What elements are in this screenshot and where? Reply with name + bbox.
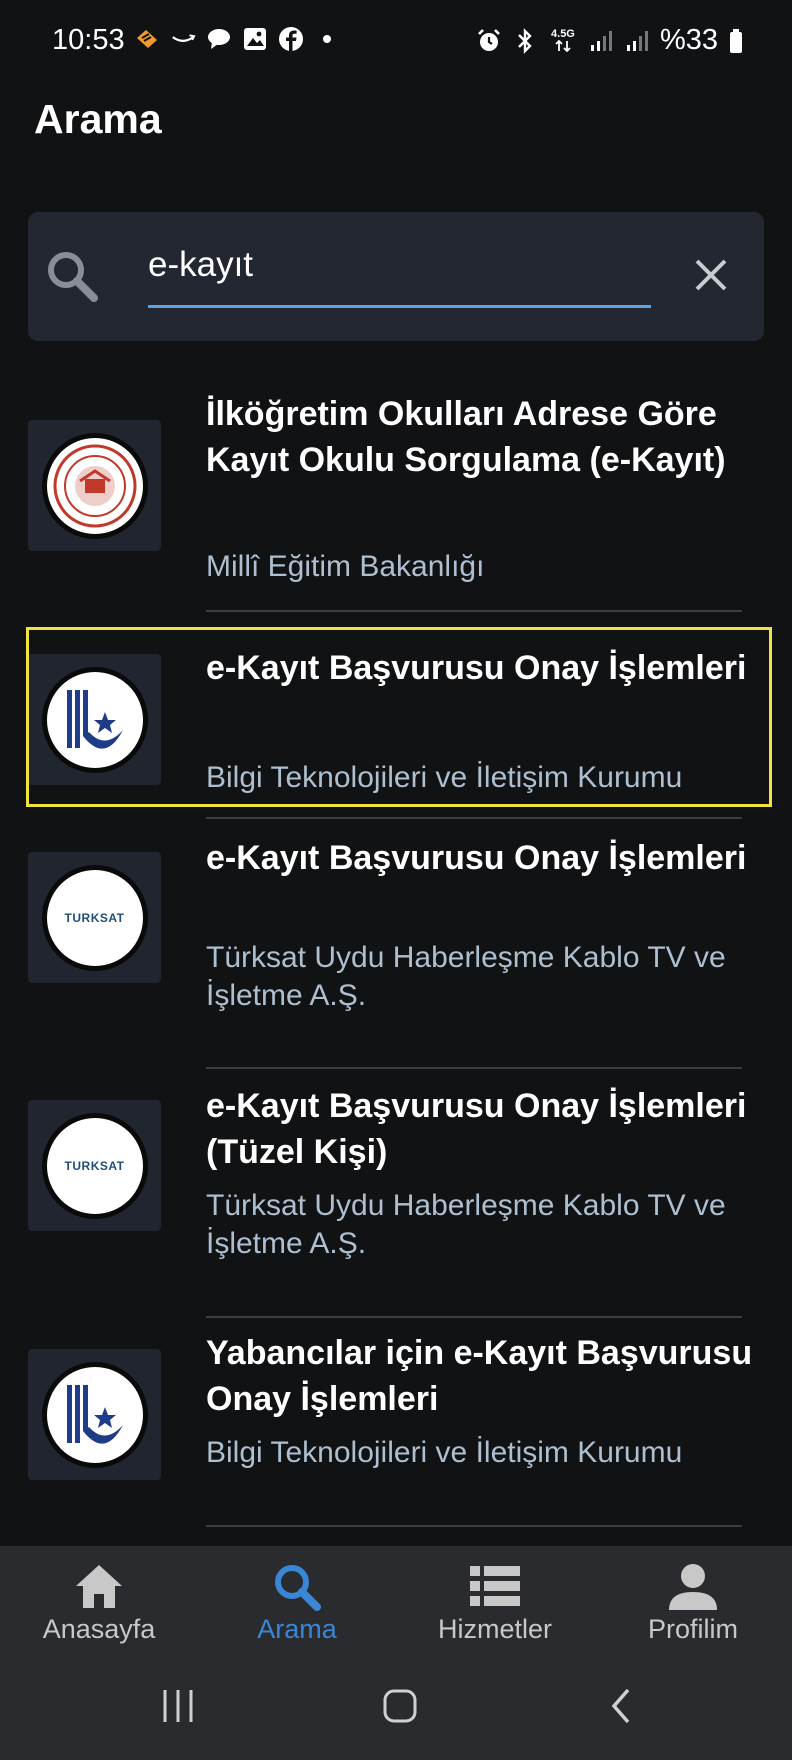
result-title: e-Kayıt Başvurusu Onay İşlemleri (Tüzel …	[206, 1087, 747, 1171]
user-icon	[594, 1562, 792, 1614]
chat-icon	[206, 26, 232, 52]
meb-logo-icon	[41, 432, 148, 539]
result-divider	[206, 817, 742, 819]
result-divider	[206, 1525, 742, 1527]
search-icon	[198, 1562, 396, 1614]
result-logo: TURKSAT	[28, 1100, 161, 1231]
turksat-logo-icon: TURKSAT	[41, 864, 148, 971]
system-navigation-bar	[0, 1664, 792, 1760]
search-input[interactable]	[120, 242, 650, 288]
selected-result-highlight	[26, 627, 772, 807]
nav-home-label: Anasayfa	[42, 1614, 156, 1644]
list-icon	[396, 1562, 594, 1614]
notification-icons	[134, 26, 340, 52]
system-status-icons: 4.5G %33	[476, 24, 744, 57]
nav-profile[interactable]: Profilim	[594, 1546, 792, 1664]
facebook-icon	[278, 26, 304, 52]
bluetooth-icon	[512, 27, 538, 54]
network-type-label: 4.5G	[551, 28, 575, 40]
result-logo	[28, 420, 161, 551]
more-notifications-dot-icon	[314, 26, 340, 52]
home-button-icon[interactable]	[380, 1686, 420, 1731]
battery-icon	[728, 28, 744, 54]
signal-2-icon	[624, 28, 650, 54]
result-agency: Türksat Uydu Haberleşme Kablo TV ve İşle…	[206, 1189, 726, 1260]
result-divider	[206, 1067, 742, 1069]
search-bar[interactable]	[28, 212, 764, 341]
result-item[interactable]: TURKSAT e-Kayıt Başvurusu Onay İşlemleri…	[0, 835, 792, 1075]
status-bar: 10:53 4.5G %33	[0, 0, 792, 86]
recent-apps-icon[interactable]	[160, 1686, 196, 1731]
nav-search-label: Arama	[257, 1614, 337, 1644]
clear-search-icon[interactable]	[694, 258, 728, 297]
search-input-underline	[148, 305, 651, 308]
result-title: e-Kayıt Başvurusu Onay İşlemleri	[206, 839, 747, 877]
result-logo	[28, 1349, 161, 1480]
turksat-logo-text: TURKSAT	[64, 910, 125, 925]
nav-search[interactable]: Arama	[198, 1546, 396, 1664]
result-title: Yabancılar için e-Kayıt Başvurusu Onay İ…	[206, 1334, 753, 1418]
network-type-icon: 4.5G	[548, 28, 578, 54]
amazon-icon	[170, 26, 196, 52]
result-divider	[206, 610, 742, 612]
result-logo: TURKSAT	[28, 852, 161, 983]
battery-percent: %33	[659, 24, 718, 56]
nav-home[interactable]: Anasayfa	[0, 1546, 198, 1664]
nav-profile-label: Profilim	[647, 1614, 738, 1644]
result-agency: Bilgi Teknolojileri ve İletişim Kurumu	[206, 1436, 683, 1469]
result-title: İlköğretim Okulları Adrese Göre Kayıt Ok…	[206, 395, 726, 479]
nav-services-label: Hizmetler	[437, 1614, 552, 1644]
page-title: Arama	[34, 96, 162, 142]
alarm-icon	[476, 28, 502, 54]
turksat-logo-text: TURKSAT	[64, 1158, 125, 1173]
back-icon[interactable]	[606, 1686, 636, 1731]
home-icon	[0, 1562, 198, 1614]
result-item[interactable]: İlköğretim Okulları Adrese Göre Kayıt Ok…	[0, 370, 792, 615]
signal-1-icon	[588, 28, 614, 54]
app-notification-icon	[134, 26, 160, 52]
status-time: 10:53	[52, 24, 125, 56]
result-agency: Türksat Uydu Haberleşme Kablo TV ve İşle…	[206, 941, 726, 1012]
turksat-logo-icon: TURKSAT	[41, 1112, 148, 1219]
result-agency: Millî Eğitim Bakanlığı	[206, 550, 485, 583]
btk-logo-icon	[41, 1361, 148, 1468]
result-divider	[206, 1316, 742, 1318]
search-icon	[44, 248, 100, 309]
result-item[interactable]: Yabancılar için e-Kayıt Başvurusu Onay İ…	[0, 1330, 792, 1530]
result-item[interactable]: TURKSAT e-Kayıt Başvurusu Onay İşlemleri…	[0, 1083, 792, 1323]
bottom-navigation: Anasayfa Arama Hizmetler Profilim	[0, 1546, 792, 1664]
gallery-icon	[242, 26, 268, 52]
nav-services[interactable]: Hizmetler	[396, 1546, 594, 1664]
